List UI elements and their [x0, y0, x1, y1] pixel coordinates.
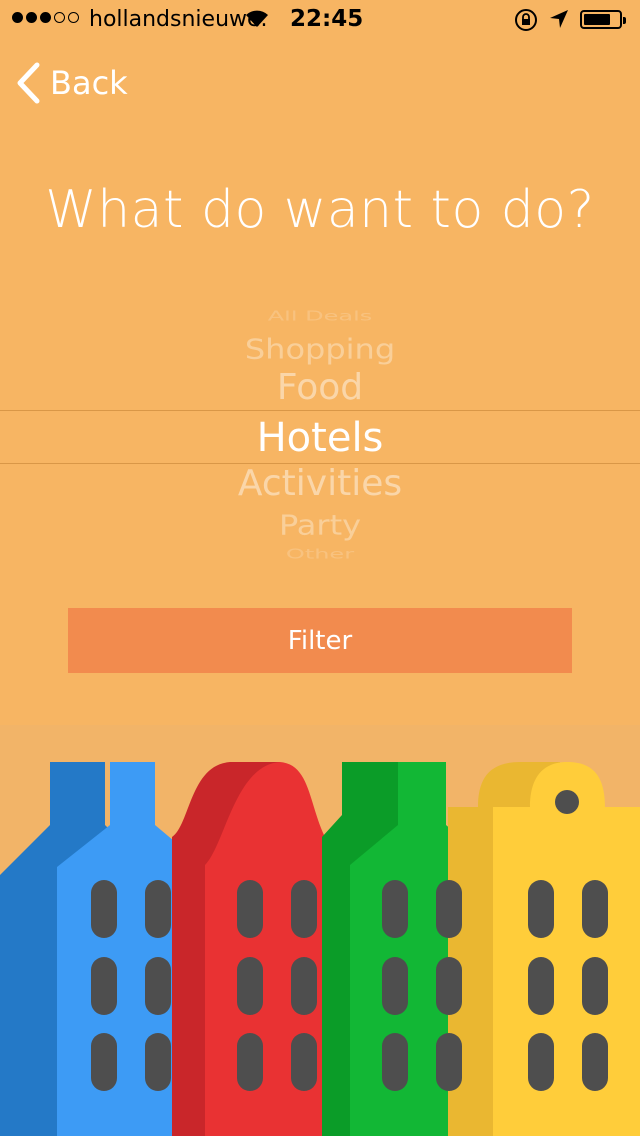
filter-button[interactable]: Filter: [68, 608, 572, 673]
picker-option-food[interactable]: Food: [0, 367, 640, 408]
chevron-left-icon: [17, 62, 40, 104]
canal-houses-illustration: [0, 725, 640, 1136]
picker-option-other[interactable]: Other: [0, 546, 640, 561]
picker-option-all-deals[interactable]: All Deals: [0, 308, 640, 323]
category-picker[interactable]: All Deals Shopping Food Hotels Activitie…: [0, 300, 640, 570]
page-title: What do want to do?: [45, 180, 595, 240]
rotation-lock-icon: [515, 9, 537, 31]
location-arrow-icon: [550, 10, 568, 28]
status-bar: hollandsnieuwe. 22:45: [0, 0, 640, 40]
picker-option-activities[interactable]: Activities: [0, 463, 640, 504]
wifi-icon: [246, 10, 268, 27]
clock: 22:45: [290, 6, 364, 32]
carrier-name: hollandsnieuwe.: [89, 7, 268, 32]
picker-option-party[interactable]: Party: [0, 509, 640, 541]
picker-selection-top-line: [0, 410, 640, 411]
picker-option-shopping[interactable]: Shopping: [0, 333, 640, 365]
battery-icon: [580, 10, 626, 29]
picker-option-hotels-selected[interactable]: Hotels: [0, 415, 640, 461]
back-label: Back: [50, 64, 128, 102]
signal-strength-icon: [12, 12, 79, 23]
back-button[interactable]: Back: [16, 62, 128, 104]
